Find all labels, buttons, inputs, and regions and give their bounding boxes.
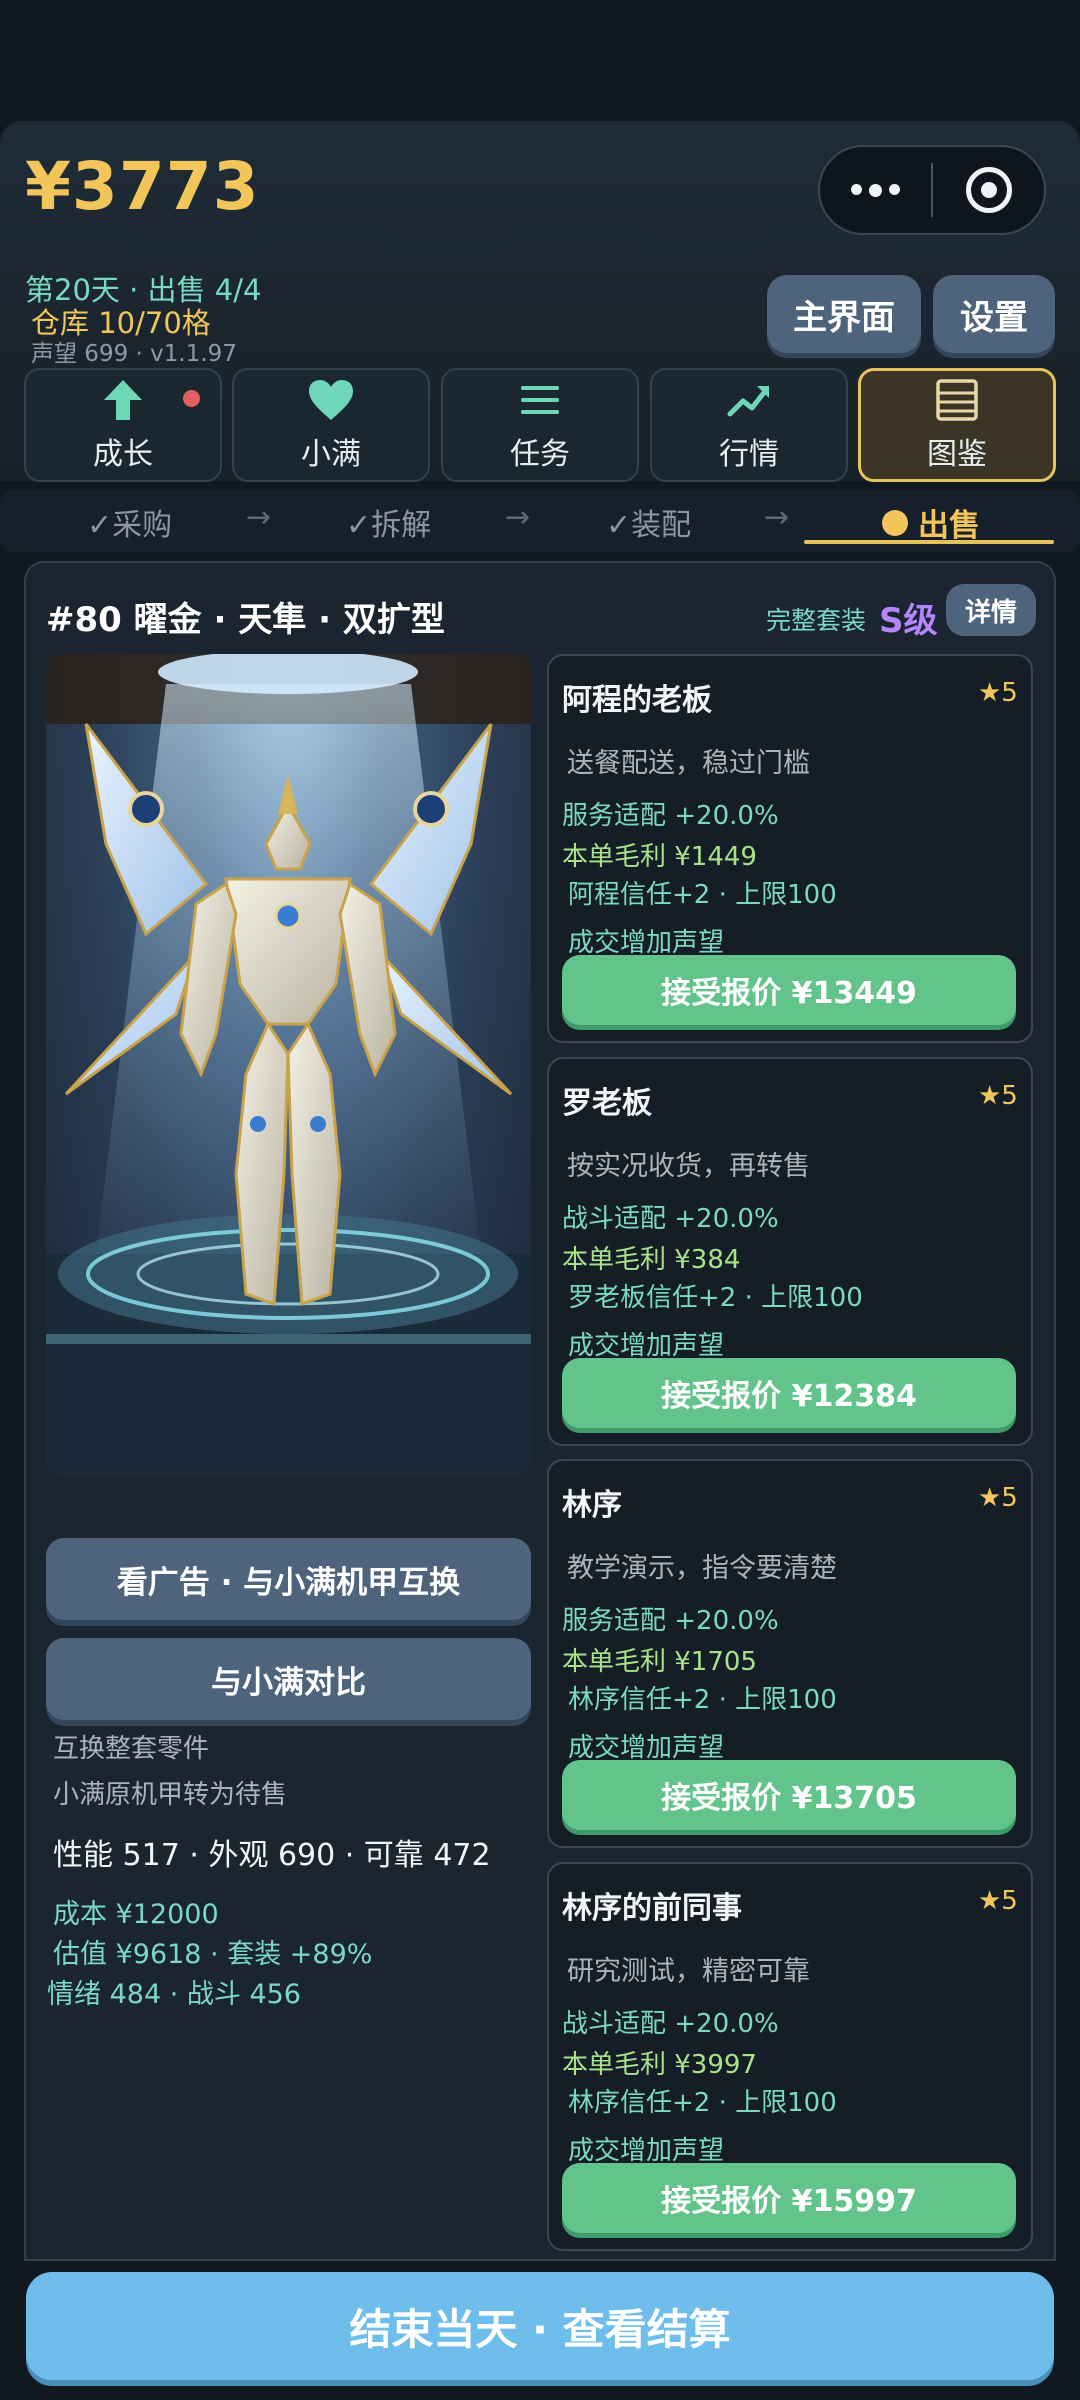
offer-fit-bonus: 战斗适配 +20.0% <box>562 2009 779 2039</box>
miniprogram-capsule <box>818 145 1046 235</box>
close-miniprogram-button[interactable] <box>933 147 1044 233</box>
current-step-dot-icon <box>882 509 908 536</box>
nav-market-label: 行情 <box>719 437 779 472</box>
step-purchase: ✓采购 <box>87 508 173 543</box>
nav-xiaoman-label: 小满 <box>301 437 361 472</box>
offer-fit-bonus: 服务适配 +20.0% <box>562 801 779 831</box>
nav-codex[interactable]: 图鉴 <box>858 368 1056 482</box>
offer-description: 按实况收货，再转售 <box>567 1151 810 1182</box>
nav-tasks-label: 任务 <box>510 437 570 472</box>
step-arrow: → <box>505 500 531 535</box>
offer-description: 研究测试，精密可靠 <box>567 1956 810 1987</box>
money-display: ¥3773 <box>25 148 260 225</box>
offer-description: 教学演示，指令要清楚 <box>567 1553 837 1584</box>
robot-stats: 性能 517 · 外观 690 · 可靠 472 <box>53 1838 491 1873</box>
offer-profit: 本单毛利 ¥3997 <box>562 2050 757 2080</box>
end-day-button[interactable]: 结束当天 · 查看结算 <box>26 2272 1054 2380</box>
more-dots-icon <box>851 183 900 197</box>
step-sell-label: 出售 <box>918 508 980 544</box>
offer-buyer-name: 林序的前同事 <box>562 1891 742 1926</box>
step-arrow: → <box>246 500 272 535</box>
offer-fit-bonus: 战斗适配 +20.0% <box>562 1204 779 1234</box>
accept-offer-button[interactable]: 接受报价 ¥12384 <box>562 1358 1016 1428</box>
offer-rating: ★5 <box>978 678 1018 708</box>
grade-badge: S级 <box>879 601 938 641</box>
offer-buyer-name: 罗老板 <box>562 1086 652 1121</box>
swap-note-parts: 互换整套零件 <box>53 1734 210 1764</box>
offer-profit: 本单毛利 ¥384 <box>562 1245 741 1275</box>
trend-icon <box>727 377 771 423</box>
book-icon <box>935 377 979 423</box>
more-button[interactable] <box>820 147 931 233</box>
offer-buyer-name: 林序 <box>562 1488 622 1523</box>
step-sell-active: 出售 <box>882 500 980 545</box>
settings-button[interactable]: 设置 <box>933 275 1055 353</box>
offer-trust: 罗老板信任+2 · 上限100 <box>568 1283 863 1313</box>
offer-reputation: 成交增加声望 <box>568 2136 725 2166</box>
main-menu-button[interactable]: 主界面 <box>767 275 921 353</box>
robot-title: #80 曜金 · 天隼 · 双扩型 <box>46 600 445 640</box>
offer-rating: ★5 <box>978 1886 1018 1916</box>
offer-buyer-name: 阿程的老板 <box>562 683 712 718</box>
nav-growth-label: 成长 <box>93 437 153 472</box>
arrow-up-icon <box>102 377 144 423</box>
nav-codex-label: 图鉴 <box>927 437 987 472</box>
offer-reputation: 成交增加声望 <box>568 1331 725 1361</box>
offer-rating: ★5 <box>978 1483 1018 1513</box>
offer-rating: ★5 <box>978 1081 1018 1111</box>
offer-trust: 林序信任+2 · 上限100 <box>568 2088 837 2118</box>
offer-reputation: 成交增加声望 <box>568 1733 725 1763</box>
reputation-version: 声望 699 · v1.1.97 <box>31 341 237 367</box>
robot-valuation: 估值 ¥9618 · 套装 +89% <box>53 1939 373 1970</box>
accept-offer-button[interactable]: 接受报价 ¥15997 <box>562 2163 1016 2233</box>
nav-growth[interactable]: 成长 <box>24 368 222 482</box>
offer-profit: 本单毛利 ¥1705 <box>562 1647 757 1677</box>
offer-description: 送餐配送，稳过门槛 <box>567 748 810 779</box>
robot-emotion-combat: 情绪 484 · 战斗 456 <box>47 1979 301 2010</box>
detail-button[interactable]: 详情 <box>946 584 1036 636</box>
nav-market[interactable]: 行情 <box>650 368 848 482</box>
offer-reputation: 成交增加声望 <box>568 928 725 958</box>
step-disassemble: ✓拆解 <box>346 508 432 543</box>
list-icon <box>519 377 561 423</box>
step-assemble: ✓装配 <box>606 508 692 543</box>
notification-dot <box>183 390 200 407</box>
robot-image <box>46 654 531 1476</box>
offer-fit-bonus: 服务适配 +20.0% <box>562 1606 779 1636</box>
full-set-label: 完整套装 <box>766 606 867 635</box>
offer-profit: 本单毛利 ¥1449 <box>562 842 757 872</box>
watch-ad-swap-button[interactable]: 看广告 · 与小满机甲互换 <box>46 1538 531 1620</box>
robot-cost: 成本 ¥12000 <box>53 1899 219 1930</box>
compare-xiaoman-button[interactable]: 与小满对比 <box>46 1638 531 1720</box>
offer-trust: 阿程信任+2 · 上限100 <box>568 880 837 910</box>
accept-offer-button[interactable]: 接受报价 ¥13449 <box>562 955 1016 1025</box>
nav-tasks[interactable]: 任务 <box>441 368 639 482</box>
target-icon <box>965 167 1012 213</box>
swap-note-sale: 小满原机甲转为待售 <box>53 1780 288 1810</box>
accept-offer-button[interactable]: 接受报价 ¥13705 <box>562 1760 1016 1830</box>
heart-icon <box>307 377 355 423</box>
active-step-underline <box>804 540 1054 544</box>
offer-trust: 林序信任+2 · 上限100 <box>568 1685 837 1715</box>
nav-xiaoman[interactable]: 小满 <box>232 368 430 482</box>
step-arrow: → <box>764 500 790 535</box>
